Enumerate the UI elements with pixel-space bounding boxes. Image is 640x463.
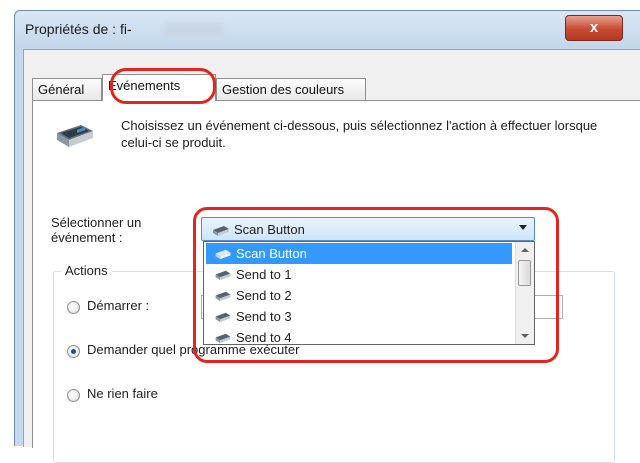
scanner-small-icon <box>215 333 231 344</box>
event-option-label: Send to 3 <box>236 309 292 324</box>
tab-highlight-circle <box>110 68 216 104</box>
window-title: Propriétés de : fi- <box>25 21 132 37</box>
actions-group-title: Actions <box>61 263 112 278</box>
event-dropdown-list[interactable]: Scan Button Send to 1 Send to 2 Send to … <box>203 241 535 345</box>
event-description: Choisissez un événement ci-dessous, puis… <box>121 118 598 150</box>
tab-color-management[interactable]: Gestion des couleurs <box>216 78 366 100</box>
scroll-up-arrow-icon[interactable] <box>521 248 529 252</box>
tab-general[interactable]: Général <box>32 78 102 100</box>
radio-do-nothing-label[interactable]: Ne rien faire <box>87 386 158 401</box>
dialog-client-area: Général Événements Gestion des couleurs … <box>23 49 640 463</box>
close-button[interactable]: x <box>565 15 623 41</box>
scanner-small-icon <box>215 312 231 323</box>
scanner-small-icon <box>215 249 231 260</box>
event-option-label: Send to 1 <box>236 267 292 282</box>
title-bar[interactable]: Propriétés de : fi- x <box>15 11 640 49</box>
radio-start-label[interactable]: Démarrer : <box>87 298 149 313</box>
scroll-down-arrow-icon[interactable] <box>521 334 529 338</box>
event-option-send-to-4[interactable]: Send to 4 <box>206 327 512 345</box>
event-option-scan-button[interactable]: Scan Button <box>206 243 512 264</box>
event-option-send-to-2[interactable]: Send to 2 <box>206 285 512 306</box>
select-event-label: Sélectionner un événement : <box>51 215 142 245</box>
event-option-label: Scan Button <box>236 246 307 261</box>
radio-do-nothing[interactable] <box>67 389 80 402</box>
chevron-down-icon[interactable] <box>519 225 527 230</box>
dropdown-scrollbar[interactable] <box>515 242 534 344</box>
scanner-icon <box>57 125 93 147</box>
radio-ask-program[interactable] <box>67 345 80 358</box>
scanner-small-icon <box>215 270 231 281</box>
scrollbar-thumb[interactable] <box>518 260 531 286</box>
events-panel: Choisissez un événement ci-dessous, puis… <box>32 100 640 463</box>
scanner-small-icon <box>215 291 231 302</box>
radio-start[interactable] <box>67 301 80 314</box>
event-option-label: Send to 4 <box>236 330 292 345</box>
event-option-send-to-1[interactable]: Send to 1 <box>206 264 512 285</box>
redacted-model-name <box>165 23 223 37</box>
scanner-small-icon <box>213 226 229 236</box>
event-combobox[interactable]: Scan Button <box>201 217 535 241</box>
event-option-label: Send to 2 <box>236 288 292 303</box>
selected-event-text: Scan Button <box>234 222 305 237</box>
event-option-send-to-3[interactable]: Send to 3 <box>206 306 512 327</box>
properties-window: Propriétés de : fi- x Général Événements… <box>14 10 640 463</box>
